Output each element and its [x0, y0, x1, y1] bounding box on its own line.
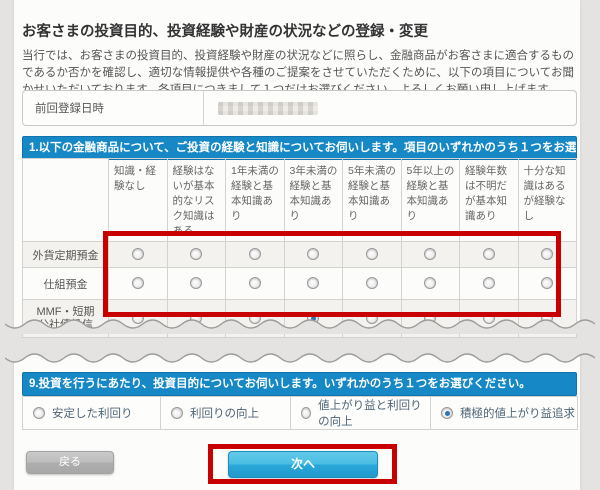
column-header-6: 経験年数は不明だが基本知識あり [460, 159, 519, 242]
radio-cell[interactable] [518, 300, 577, 338]
table-row-structured-deposit: 仕組預金 [23, 268, 577, 300]
column-header-2: 1年未満の経験と基本知識あり [226, 159, 285, 242]
previous-registration-box: 前回登録日時 [22, 90, 577, 126]
radio-button[interactable] [33, 407, 45, 419]
radio-cell[interactable] [284, 268, 343, 300]
radio-cell[interactable] [401, 268, 460, 300]
radio-button[interactable] [366, 277, 378, 289]
question1-header-bar: 1.以下の金融商品について、ご投資の経験と知識についてお伺いします。項目のいずれ… [22, 136, 577, 160]
radio-cell[interactable] [401, 300, 460, 338]
radio-button[interactable] [249, 248, 261, 260]
row-label: 外貨定期預金 [23, 242, 109, 268]
column-header-4: 5年未満の経験と基本知識あり [343, 159, 402, 242]
radio-cell[interactable] [518, 268, 577, 300]
radio-cell[interactable] [518, 242, 577, 268]
radio-cell[interactable] [460, 300, 519, 338]
previous-registration-label: 前回登録日時 [23, 100, 203, 116]
investment-purpose-options: 安定した利回り 利回りの向上 値上がり益と利回りの向上 積極的値上がり益追求 [22, 396, 578, 430]
radio-button[interactable] [541, 277, 553, 289]
radio-button[interactable] [249, 312, 261, 324]
radio-button[interactable] [483, 248, 495, 260]
radio-button[interactable] [307, 312, 319, 324]
radio-button[interactable] [424, 312, 436, 324]
radio-button[interactable] [132, 312, 144, 324]
radio-button[interactable] [132, 277, 144, 289]
radio-cell[interactable] [401, 242, 460, 268]
radio-button[interactable] [307, 277, 319, 289]
radio-button[interactable] [424, 277, 436, 289]
radio-cell[interactable] [109, 268, 168, 300]
radio-button[interactable] [441, 407, 453, 419]
radio-button[interactable] [190, 312, 202, 324]
option-aggressive-gain[interactable]: 積極的値上がり益追求 [431, 397, 578, 430]
option-label: 値上がり益と利回りの向上 [318, 397, 430, 429]
column-header-5: 5年以上の経験と基本知識あり [401, 159, 460, 242]
radio-cell[interactable] [226, 268, 285, 300]
column-header-1: 経験はないが基本的なリスク知識はある [167, 159, 226, 242]
radio-cell[interactable] [284, 242, 343, 268]
table-header-row: 知識・経験なし 経験はないが基本的なリスク知識はある 1年未満の経験と基本知識あ… [23, 159, 577, 242]
column-header-0: 知識・経験なし [109, 159, 168, 242]
radio-button[interactable] [190, 277, 202, 289]
radio-cell[interactable] [343, 242, 402, 268]
row-label: MMF・短期公社債投信 [23, 300, 109, 338]
page-title: お客さまの投資目的、投資経験や財産の状況などの登録・変更 [22, 20, 428, 41]
form-card-top: お客さまの投資目的、投資経験や財産の状況などの登録・変更 当行では、お客さまの投… [14, 0, 580, 332]
radio-button[interactable] [541, 248, 553, 260]
radio-cell[interactable] [343, 300, 402, 338]
radio-cell[interactable] [167, 300, 226, 338]
radio-cell[interactable] [284, 300, 343, 338]
table-corner-cell [23, 159, 109, 242]
table-row-foreign-deposit: 外貨定期預金 [23, 242, 577, 268]
option-label: 利回りの向上 [190, 405, 259, 421]
experience-knowledge-table: 知識・経験なし 経験はないが基本的なリスク知識はある 1年未満の経験と基本知識あ… [22, 158, 577, 338]
back-button[interactable]: 戻る [26, 451, 114, 474]
radio-cell[interactable] [460, 242, 519, 268]
masked-datetime-value [218, 102, 318, 115]
radio-cell[interactable] [460, 268, 519, 300]
option-gain-and-yield[interactable]: 値上がり益と利回りの向上 [291, 397, 431, 430]
table-row-mmf-bond-fund: MMF・短期公社債投信 [23, 300, 577, 338]
radio-cell[interactable] [109, 300, 168, 338]
radio-cell[interactable] [343, 268, 402, 300]
question9-header-bar: 9.投資を行うにあたり、投資目的についてお伺いします。いずれかのうち１つをお選び… [22, 372, 577, 396]
column-header-3: 3年未満の経験と基本知識あり [284, 159, 343, 242]
radio-button[interactable] [483, 312, 495, 324]
radio-button[interactable] [424, 248, 436, 260]
radio-button[interactable] [307, 248, 319, 260]
radio-button[interactable] [541, 312, 553, 324]
radio-button[interactable] [190, 248, 202, 260]
form-card-bottom: 9.投資を行うにあたり、投資目的についてお伺いします。いずれかのうち１つをお選び… [14, 352, 580, 490]
option-label: 積極的値上がり益追求 [460, 405, 575, 421]
next-button[interactable]: 次へ [228, 451, 378, 478]
investment-profile-page: お客さまの投資目的、投資経験や財産の状況などの登録・変更 当行では、お客さまの投… [0, 0, 600, 490]
radio-button[interactable] [171, 407, 183, 419]
radio-cell[interactable] [167, 268, 226, 300]
radio-button[interactable] [366, 312, 378, 324]
option-stable-yield[interactable]: 安定した利回り [23, 397, 161, 430]
radio-button[interactable] [249, 277, 261, 289]
radio-cell[interactable] [167, 242, 226, 268]
column-header-7: 十分な知識はあるが経験なし [518, 159, 577, 242]
radio-button[interactable] [483, 277, 495, 289]
option-improve-yield[interactable]: 利回りの向上 [161, 397, 291, 430]
option-label: 安定した利回り [52, 405, 133, 421]
radio-cell[interactable] [109, 242, 168, 268]
row-label: 仕組預金 [23, 268, 109, 300]
divider [203, 91, 204, 125]
radio-button[interactable] [132, 248, 144, 260]
radio-cell[interactable] [226, 300, 285, 338]
radio-button[interactable] [301, 407, 311, 419]
radio-cell[interactable] [226, 242, 285, 268]
radio-button[interactable] [366, 248, 378, 260]
